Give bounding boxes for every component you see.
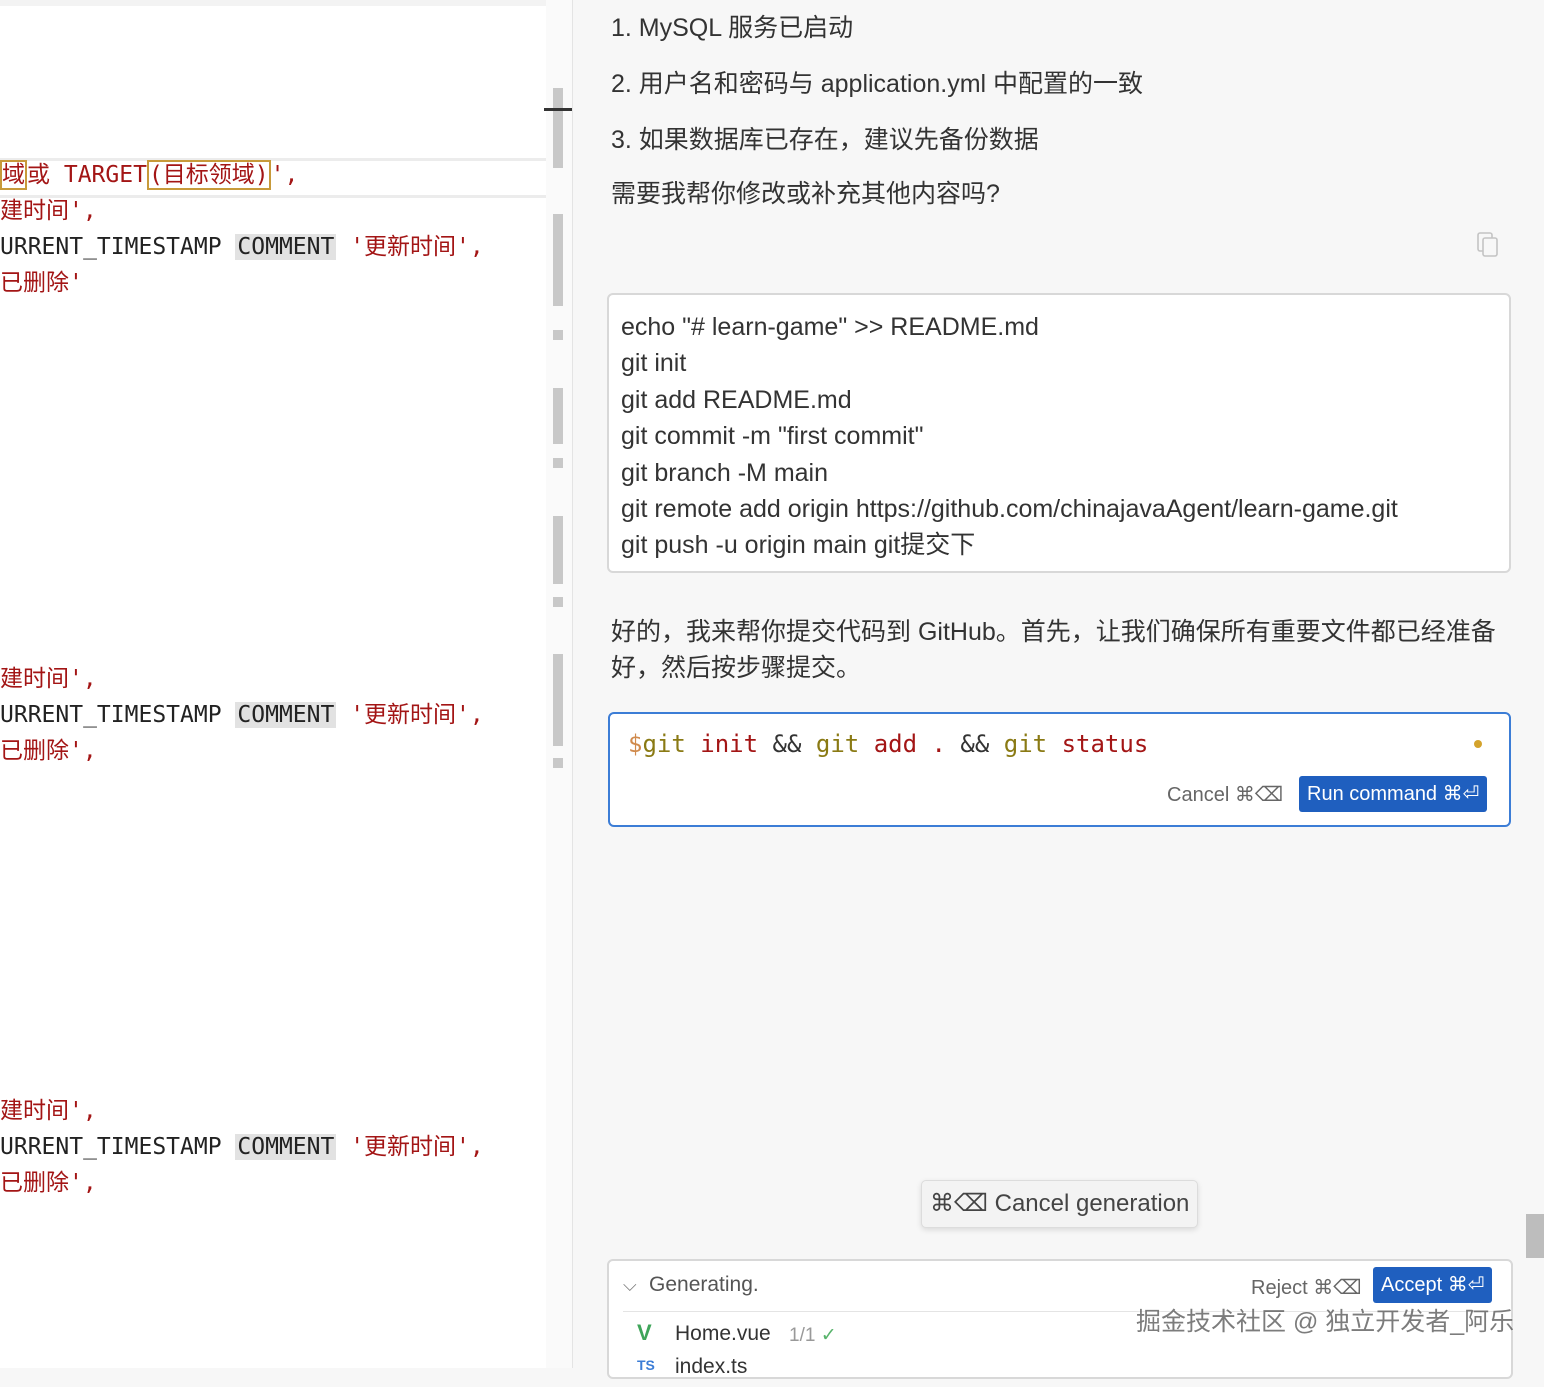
minimap-mark — [553, 88, 563, 168]
changed-file-row[interactable]: TS index.ts — [623, 1355, 1493, 1387]
code-text: '更新时间', — [350, 234, 484, 260]
minimap-mark — [553, 330, 563, 340]
cmd-token: . — [931, 730, 946, 758]
user-message-line: git push -u origin main git提交下 — [621, 531, 976, 560]
code-text: URRENT_TIMESTAMP — [0, 702, 236, 728]
vue-icon: V — [637, 1320, 652, 1345]
chat-panel: 1. MySQL 服务已启动 2. 用户名和密码与 application.ym… — [573, 0, 1544, 1379]
code-line[interactable]: 建时间', — [0, 1093, 97, 1129]
cmd-token: git — [1003, 730, 1048, 758]
file-name: index.ts — [675, 1355, 748, 1378]
code-editor[interactable]: 域或 TARGET(目标领域)', 建时间', URRENT_TIMESTAMP… — [0, 0, 573, 1368]
cmd-token: git — [815, 730, 860, 758]
cmd-token: add — [873, 730, 918, 758]
list-item: 1. MySQL 服务已启动 — [611, 14, 854, 42]
user-message-line: echo "# learn-game" >> README.md — [621, 313, 1039, 341]
editor-top-border — [0, 0, 572, 6]
cmd-token: status — [1061, 730, 1149, 758]
user-message-line: git init — [621, 349, 687, 378]
comment-keyword: COMMENT — [235, 702, 337, 728]
accept-button[interactable]: Accept ⌘⏎ — [1373, 1267, 1493, 1303]
code-line[interactable]: URRENT_TIMESTAMP COMMENT '更新时间', — [0, 1129, 484, 1165]
cmd-token: && — [772, 730, 802, 758]
user-message-line: git commit -m "first commit" — [621, 422, 924, 451]
list-item: 3. 如果数据库已存在，建议先备份数据 — [611, 126, 1039, 154]
code-line[interactable]: 已删除' — [0, 265, 83, 301]
comment-keyword: COMMENT — [235, 1134, 337, 1160]
command-text: $git init && git add . && git status — [628, 730, 1148, 758]
user-message-block: echo "# learn-game" >> README.md git ini… — [607, 293, 1511, 573]
bracket-match: 域 — [0, 160, 27, 190]
comment-keyword: COMMENT — [235, 234, 337, 260]
command-proposal: $git init && git add . && git status Can… — [608, 712, 1511, 827]
code-text: TARGET — [63, 162, 147, 188]
run-command-button[interactable]: Run command ⌘⏎ — [1299, 776, 1488, 812]
minimap-mark — [553, 758, 563, 768]
cmd-token: git — [642, 730, 686, 758]
check-icon: ✓ — [820, 1325, 837, 1346]
code-text: URRENT_TIMESTAMP — [0, 1134, 236, 1160]
minimap-mark — [553, 597, 563, 607]
code-text: 或 — [27, 162, 50, 188]
cancel-command-button[interactable]: Cancel ⌘⌫ — [1167, 782, 1283, 807]
code-line[interactable]: 建时间', — [0, 193, 97, 229]
change-count-text: 1/1 — [789, 1325, 816, 1346]
minimap-mark — [553, 214, 563, 306]
file-change-count: 1/1 ✓ — [789, 1324, 837, 1347]
assistant-question: 需要我帮你修改或补充其他内容吗? — [611, 180, 1000, 208]
code-line[interactable]: 域或 TARGET(目标领域)', — [0, 157, 298, 193]
minimap-mark — [553, 458, 563, 468]
user-message-line: git remote add origin https://github.com… — [621, 495, 1398, 524]
code-line[interactable]: URRENT_TIMESTAMP COMMENT '更新时间', — [0, 697, 484, 733]
watermark: 掘金技术社区 @ 独立开发者_阿乐 — [1136, 1308, 1515, 1336]
copy-icon[interactable] — [1477, 232, 1499, 258]
assistant-reply: 好的，我来帮你提交代码到 GitHub。首先，让我们确保所有重要文件都已经准备好… — [611, 618, 1496, 682]
user-message-line: git add README.md — [621, 385, 852, 414]
bracket-match: (目标领域) — [146, 160, 271, 190]
code-line[interactable]: 已删除', — [0, 733, 97, 769]
code-line[interactable]: URRENT_TIMESTAMP COMMENT '更新时间', — [0, 229, 484, 265]
minimap-mark — [553, 388, 563, 444]
generating-status: Generating. — [649, 1273, 759, 1296]
cancel-generation-button[interactable]: ⌘⌫ Cancel generation — [921, 1180, 1198, 1228]
minimap-mark — [553, 654, 563, 746]
status-dot-icon — [1474, 740, 1482, 748]
list-item: 2. 用户名和密码与 application.yml 中配置的一致 — [611, 70, 1144, 98]
file-name: Home.vue — [675, 1322, 771, 1345]
code-text: ', — [270, 162, 299, 188]
code-text: '更新时间', — [350, 702, 484, 728]
chevron-down-icon[interactable]: ⌵ — [623, 1275, 637, 1296]
ts-icon: TS — [637, 1357, 655, 1373]
cmd-token: && — [960, 730, 990, 758]
code-line[interactable]: 已删除', — [0, 1165, 97, 1201]
minimap-mark — [553, 516, 563, 584]
code-line[interactable]: 建时间', — [0, 661, 97, 697]
cmd-token: init — [700, 730, 759, 758]
prompt-symbol: $ — [628, 730, 643, 758]
code-text: URRENT_TIMESTAMP — [0, 234, 236, 260]
code-text: '更新时间', — [350, 1134, 484, 1160]
user-message-line: git branch -M main — [621, 458, 829, 487]
scroll-position-indicator — [544, 108, 572, 111]
chat-scrollbar-thumb[interactable] — [1526, 1214, 1544, 1258]
reject-button[interactable]: Reject ⌘⌫ — [1251, 1275, 1362, 1300]
